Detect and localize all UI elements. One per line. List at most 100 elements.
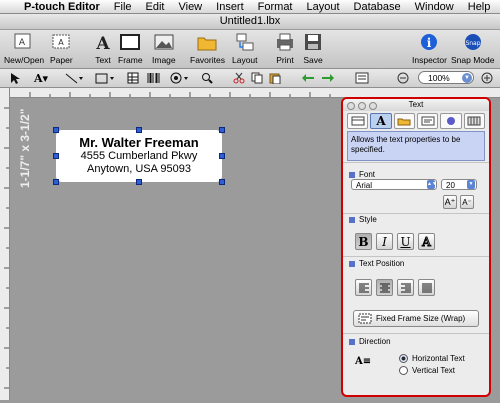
cut-icon[interactable] bbox=[232, 71, 246, 85]
resize-handle-n[interactable] bbox=[136, 127, 142, 133]
paste-icon[interactable] bbox=[268, 71, 282, 85]
text-properties-icon: A bbox=[376, 114, 386, 128]
tab-page-properties[interactable] bbox=[416, 113, 439, 129]
style-section-heading: Style bbox=[349, 215, 377, 224]
align-left-button[interactable] bbox=[355, 279, 372, 296]
menu-format[interactable]: Format bbox=[252, 1, 301, 13]
new-open-button[interactable]: A New/Open bbox=[4, 31, 44, 65]
zoom-out-icon[interactable] bbox=[396, 71, 410, 85]
save-button[interactable]: Save bbox=[302, 31, 324, 65]
text-icon: A bbox=[92, 31, 114, 53]
property-panel-icon[interactable] bbox=[354, 71, 370, 85]
resize-handle-nw[interactable] bbox=[53, 127, 59, 133]
italic-button[interactable]: I bbox=[376, 233, 393, 250]
tab-layout-properties[interactable] bbox=[347, 113, 369, 129]
menu-bar: P-touch Editor File Edit View Insert For… bbox=[0, 0, 500, 14]
resize-handle-se[interactable] bbox=[219, 179, 225, 185]
chevron-down-icon: ▲▼ bbox=[427, 180, 437, 189]
minimize-icon[interactable] bbox=[358, 102, 366, 110]
text-button[interactable]: A Text bbox=[92, 31, 114, 65]
section-bullet-icon bbox=[349, 338, 355, 345]
resize-handle-w[interactable] bbox=[53, 153, 59, 159]
inspector-button[interactable]: i Inspector bbox=[412, 31, 447, 65]
align-right-button[interactable] bbox=[397, 279, 414, 296]
layout-button[interactable]: Layout bbox=[232, 31, 258, 65]
menu-file[interactable]: File bbox=[108, 1, 140, 13]
outline-button[interactable]: A bbox=[418, 233, 435, 250]
resize-handle-sw[interactable] bbox=[53, 179, 59, 185]
image-button[interactable]: Image bbox=[152, 31, 176, 65]
label-name-line[interactable]: Mr. Walter Freeman bbox=[56, 135, 222, 150]
chevron-down-icon: ▼ bbox=[462, 73, 472, 83]
text-tool-icon[interactable]: A▾ bbox=[31, 71, 51, 85]
decrease-font-size-button[interactable]: A⁻ bbox=[460, 195, 474, 209]
align-left-icon bbox=[358, 283, 369, 292]
favorites-button[interactable]: Favorites bbox=[190, 31, 225, 65]
snap-mode-button[interactable]: Snap Snap Mode bbox=[451, 31, 494, 65]
tab-text-properties[interactable]: A bbox=[370, 113, 392, 129]
align-justify-icon bbox=[421, 283, 432, 292]
radio-selected-icon bbox=[399, 354, 408, 363]
fixed-frame-size-wrap-button[interactable]: Fixed Frame Size (Wrap) bbox=[353, 310, 479, 327]
divider bbox=[343, 162, 489, 163]
direction-section-heading: Direction bbox=[349, 337, 391, 346]
barcode-tool-icon[interactable] bbox=[146, 71, 162, 85]
zoom-in-icon[interactable] bbox=[480, 71, 494, 85]
snap-mode-icon: Snap bbox=[462, 31, 484, 53]
align-center-button[interactable] bbox=[376, 279, 393, 296]
layout-icon bbox=[234, 31, 256, 53]
text-position-section-heading: Text Position bbox=[349, 259, 404, 268]
label-address-line[interactable]: 4555 Cumberland Pkwy bbox=[56, 150, 222, 163]
resize-handle-ne[interactable] bbox=[219, 127, 225, 133]
resize-handle-s[interactable] bbox=[136, 179, 142, 185]
zoom-select[interactable]: 100% ▼ bbox=[418, 71, 474, 84]
svg-text:A: A bbox=[95, 34, 110, 52]
close-icon[interactable] bbox=[347, 102, 355, 110]
label-object[interactable]: Mr. Walter Freeman 4555 Cumberland Pkwy … bbox=[56, 130, 222, 182]
radio-unselected-icon bbox=[399, 366, 408, 375]
line-tool-icon[interactable] bbox=[63, 71, 85, 85]
select-arrow-icon[interactable] bbox=[8, 71, 22, 85]
font-family-select[interactable]: Arial ▲▼ bbox=[351, 179, 437, 190]
align-justify-button[interactable] bbox=[418, 279, 435, 296]
tab-image-properties[interactable] bbox=[393, 113, 415, 129]
menu-window[interactable]: Window bbox=[409, 1, 462, 13]
underline-button[interactable]: U bbox=[397, 233, 414, 250]
vertical-text-radio[interactable]: Vertical Text bbox=[399, 366, 455, 375]
menu-app[interactable]: P-touch Editor bbox=[18, 1, 108, 13]
menu-insert[interactable]: Insert bbox=[210, 1, 252, 13]
section-bullet-icon bbox=[349, 260, 355, 267]
rectangle-tool-icon[interactable] bbox=[94, 71, 116, 85]
divider bbox=[343, 256, 489, 257]
redo-icon[interactable] bbox=[320, 71, 336, 85]
increase-font-size-button[interactable]: A⁺ bbox=[443, 195, 457, 209]
divider bbox=[343, 333, 489, 334]
favorites-icon bbox=[196, 31, 218, 53]
table-tool-icon[interactable] bbox=[126, 71, 140, 85]
menu-database[interactable]: Database bbox=[348, 1, 409, 13]
horizontal-text-radio[interactable]: Horizontal Text bbox=[399, 354, 465, 363]
tab-database-properties[interactable] bbox=[440, 113, 462, 129]
menu-view[interactable]: View bbox=[172, 1, 210, 13]
print-button[interactable]: Print bbox=[274, 31, 296, 65]
paper-button[interactable]: A Paper bbox=[50, 31, 73, 65]
bold-button[interactable]: B bbox=[355, 233, 372, 250]
undo-icon[interactable] bbox=[300, 71, 316, 85]
vertical-ruler bbox=[0, 88, 10, 400]
frame-button[interactable]: Frame bbox=[118, 31, 143, 65]
label-city-line[interactable]: Anytown, USA 95093 bbox=[56, 163, 222, 176]
menu-edit[interactable]: Edit bbox=[140, 1, 173, 13]
zoom-icon[interactable] bbox=[369, 102, 377, 110]
svg-text:A: A bbox=[19, 38, 26, 48]
font-size-select[interactable]: 20 ▼ bbox=[441, 179, 477, 190]
zoom-tool-icon[interactable] bbox=[200, 71, 214, 85]
grow-font-icon: A⁺ bbox=[444, 196, 456, 207]
inspector-description: Allows the text properties to be specifi… bbox=[347, 131, 485, 161]
menu-help[interactable]: Help bbox=[462, 1, 499, 13]
copy-icon[interactable] bbox=[250, 71, 264, 85]
resize-handle-e[interactable] bbox=[219, 153, 225, 159]
text-direction-icon: A≡ bbox=[355, 356, 372, 367]
clipart-tool-icon[interactable] bbox=[170, 71, 190, 85]
menu-layout[interactable]: Layout bbox=[301, 1, 348, 13]
tab-arrange-properties[interactable] bbox=[463, 113, 485, 129]
